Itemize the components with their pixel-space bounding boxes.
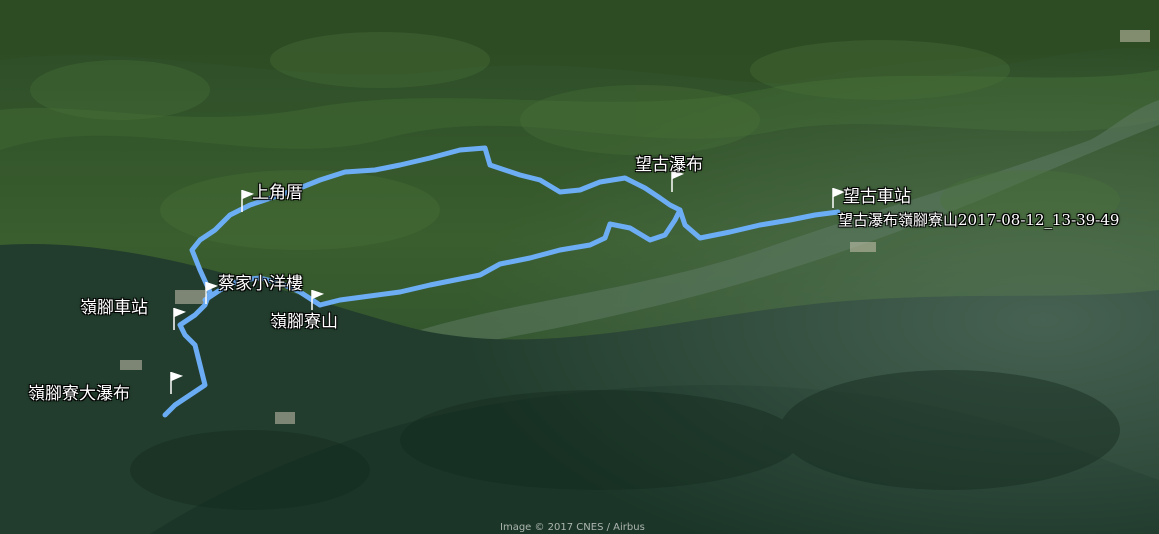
place-label[interactable]: 望古車站 (843, 187, 911, 207)
place-label[interactable]: 嶺腳寮山 (270, 312, 338, 332)
place-label[interactable]: 望古瀑布 (635, 155, 703, 175)
terrain-imagery (0, 0, 1159, 534)
map-attribution: Image © 2017 CNES / Airbus (500, 522, 645, 533)
place-label[interactable]: 上角厝 (252, 183, 303, 203)
track-label[interactable]: 望古瀑布嶺腳寮山2017-08-12_13-39-49 (838, 210, 1119, 230)
place-label[interactable]: 嶺腳車站 (80, 298, 148, 318)
place-label[interactable]: 嶺腳寮大瀑布 (28, 384, 130, 404)
map-viewport[interactable]: 上角厝 望古瀑布 望古車站 望古瀑布嶺腳寮山2017-08-12_13-39-4… (0, 0, 1159, 534)
place-label[interactable]: 蔡家小洋樓 (218, 274, 303, 294)
